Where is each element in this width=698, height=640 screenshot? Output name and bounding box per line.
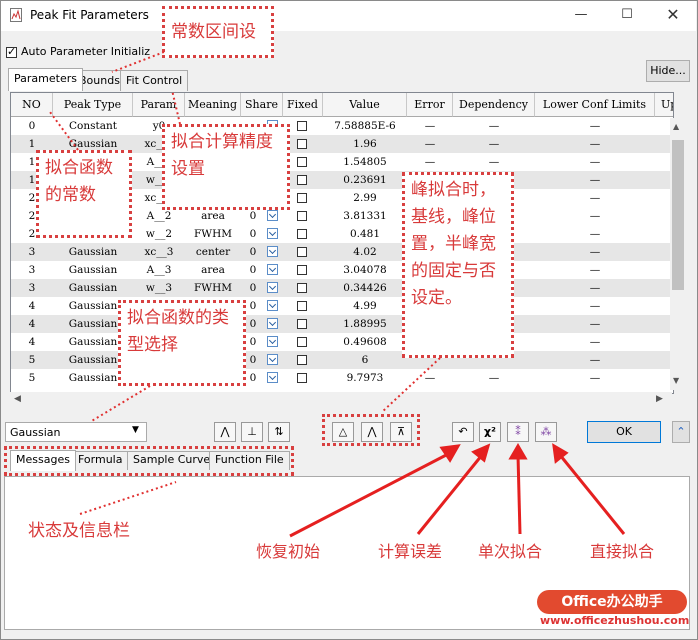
annotation-arrows bbox=[49, 51, 626, 538]
arrow-head-single-fit bbox=[508, 443, 528, 460]
connector-status-bar bbox=[79, 481, 177, 515]
arrow-head-calc-error bbox=[471, 443, 491, 463]
tab-messages[interactable]: Messages bbox=[10, 450, 76, 471]
watermark-url: www.officezhushou.com bbox=[540, 614, 690, 627]
connector-fixed bbox=[381, 357, 441, 413]
connector-fit-const bbox=[49, 111, 79, 151]
connector-const-range bbox=[111, 51, 165, 73]
arrow-calc-error bbox=[416, 454, 484, 535]
tab-parameters[interactable]: Parameters bbox=[8, 68, 83, 91]
arrow-direct-fit bbox=[558, 454, 626, 535]
connector-type-select bbox=[89, 385, 151, 423]
arrow-single-fit bbox=[516, 454, 522, 535]
arrow-head-restore bbox=[439, 444, 461, 463]
connector-precision bbox=[171, 89, 181, 125]
watermark-logo: Office办公助手 bbox=[537, 590, 687, 614]
